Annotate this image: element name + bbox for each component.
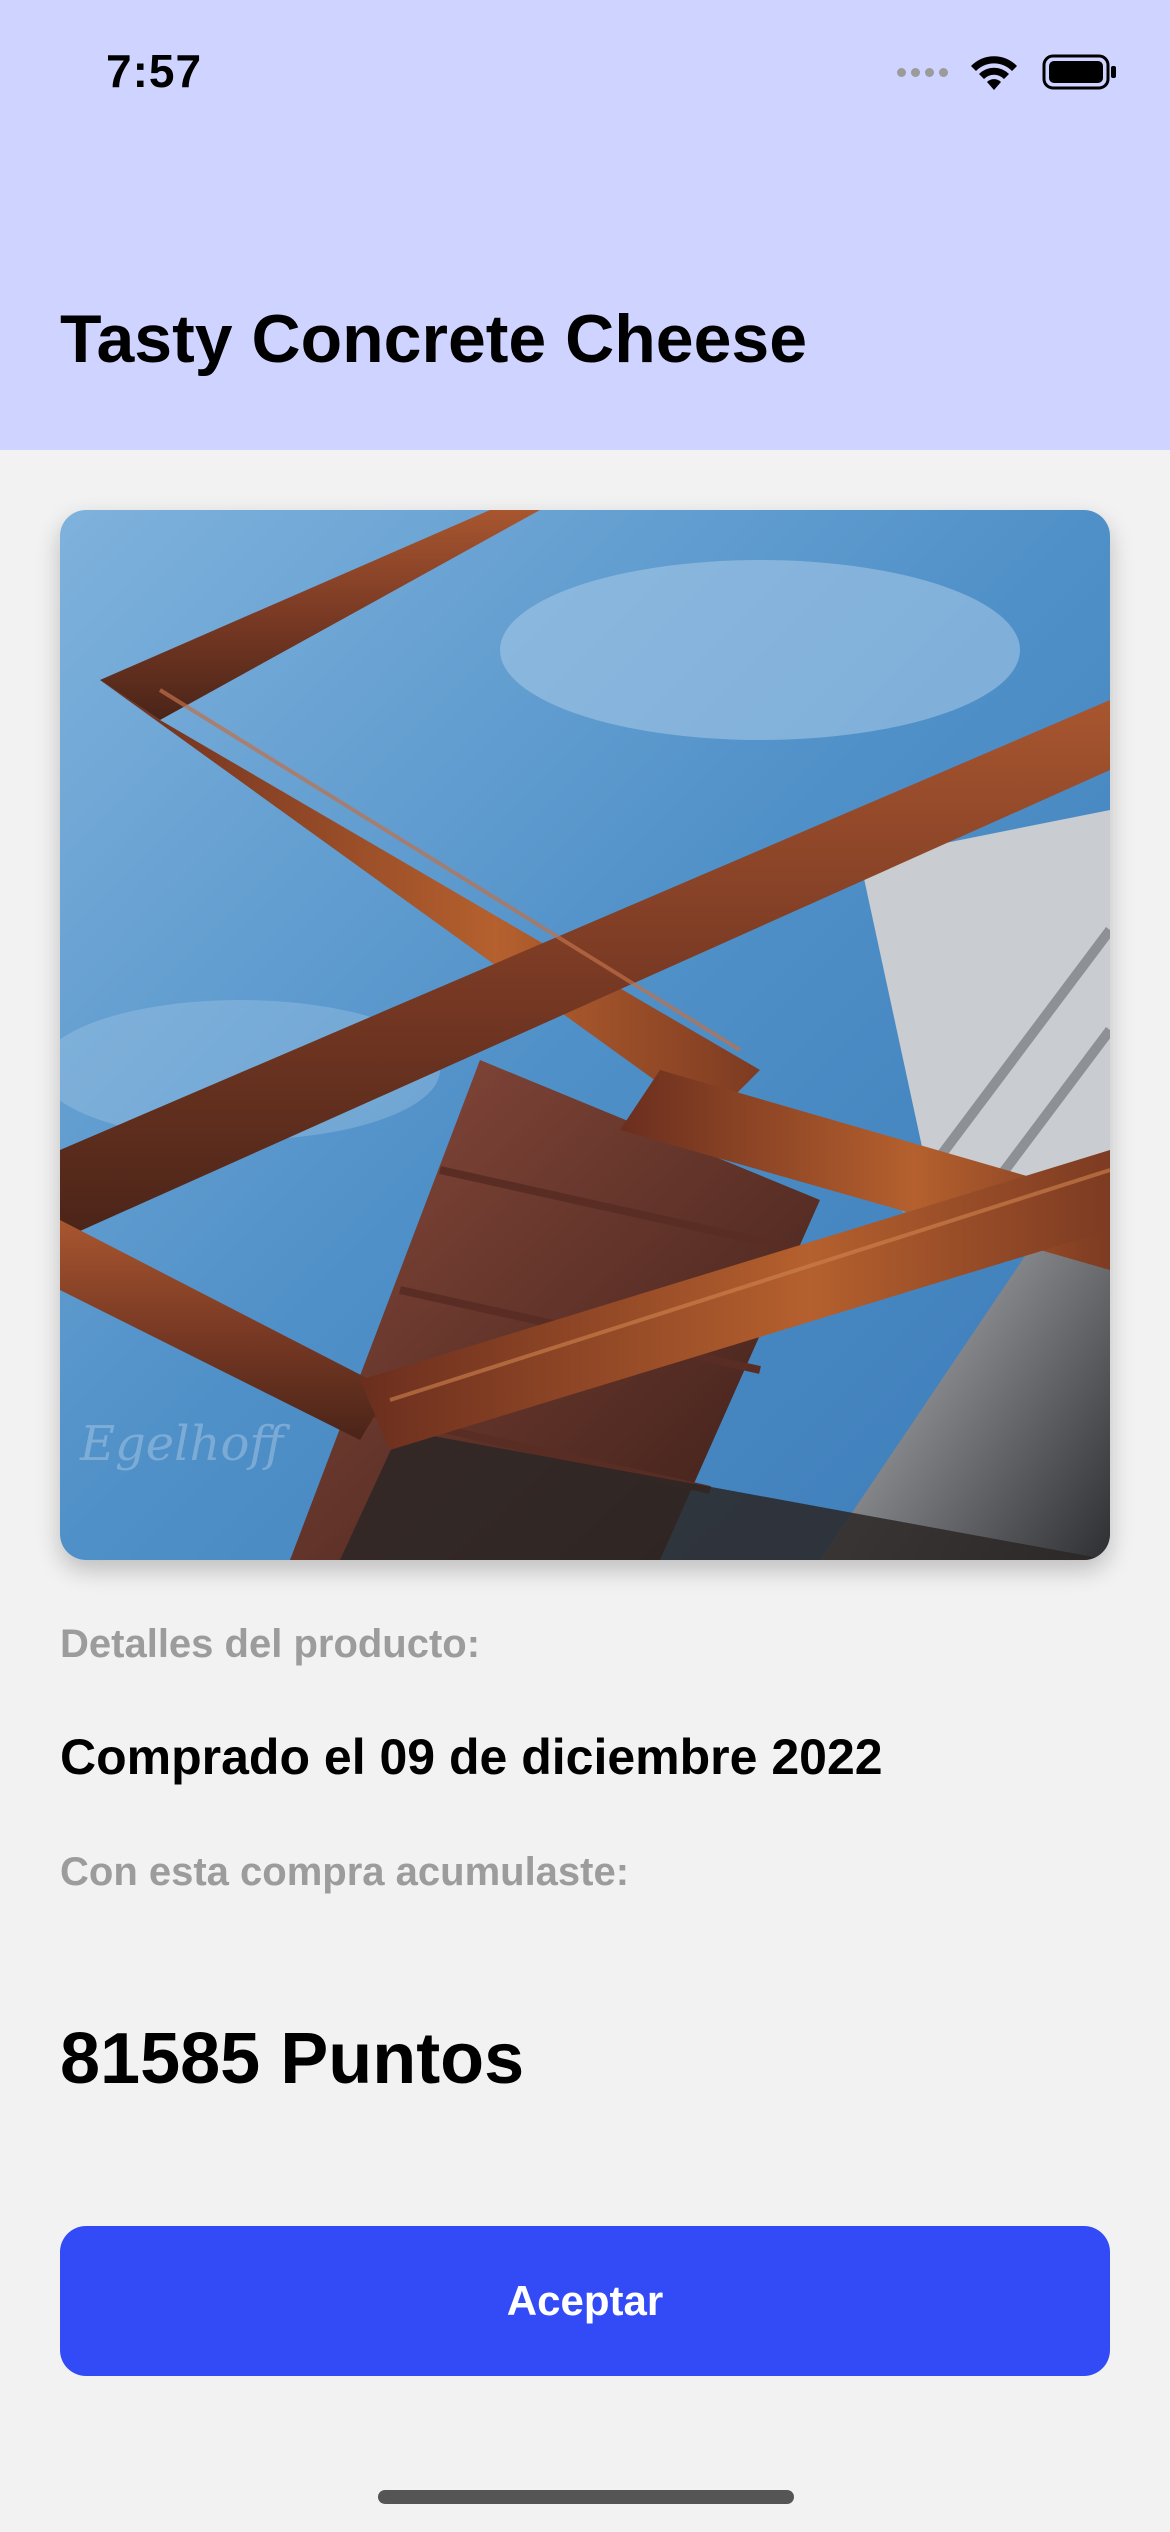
svg-text:Egelhoff: Egelhoff xyxy=(79,1416,290,1472)
earned-label: Con esta compra acumulaste: xyxy=(60,1850,630,1894)
purchase-date: Comprado el 09 de diciembre 2022 xyxy=(60,1729,883,1785)
status-icons xyxy=(897,52,1118,92)
status-time: 7:57 xyxy=(106,45,203,97)
wifi-icon xyxy=(971,56,1017,90)
header: 7:57 Tasty Concrete Cheese xyxy=(0,0,1170,450)
page-title: Tasty Concrete Cheese xyxy=(60,301,808,377)
photo-rusty-steel-beams-sky: Egelhoff xyxy=(60,510,1110,1560)
details-label: Detalles del producto: xyxy=(60,1622,481,1666)
points-value: 81585 Puntos xyxy=(60,2019,525,2099)
signal-icon xyxy=(897,67,948,77)
home-indicator[interactable] xyxy=(378,2490,794,2504)
product-image: Egelhoff xyxy=(60,510,1110,1560)
product-detail-screen: 7:57 Tasty Concrete Cheese Egelhoff Deta… xyxy=(0,0,1170,2532)
battery-icon xyxy=(1042,54,1116,90)
accept-button[interactable]: Aceptar xyxy=(60,2226,1110,2376)
